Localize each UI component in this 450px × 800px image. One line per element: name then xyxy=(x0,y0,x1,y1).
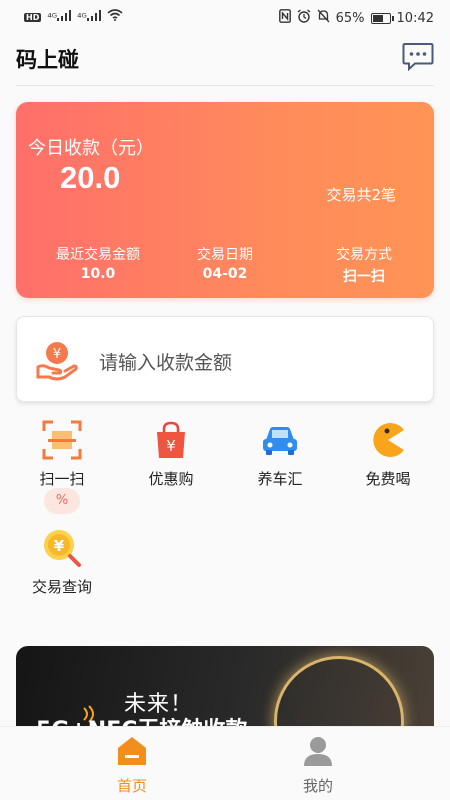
app-header: 码上碰 xyxy=(0,34,450,86)
grid-label: 交易查询 xyxy=(31,578,92,596)
status-bar: HD ⁴ᴳ ⁴ᴳ 65% 10:42 xyxy=(0,0,450,34)
battery-icon xyxy=(370,12,394,24)
promo-banner[interactable]: 未来！ 5G+NFC无接触收款 xyxy=(16,646,434,726)
nav-profile[interactable]: 我的 xyxy=(268,735,368,796)
amount-input[interactable]: ¥ 请输入收款金额 xyxy=(16,316,434,402)
transaction-search-icon: ¥ xyxy=(44,530,81,567)
nav-label: 我的 xyxy=(302,777,333,795)
grid-label: 免费喝 xyxy=(365,470,411,488)
grid-item-car[interactable]: 养车汇 xyxy=(232,420,328,489)
hd-icon: HD xyxy=(24,12,42,22)
stat-value: 扫一扫 xyxy=(343,269,385,285)
nav-label: 首页 xyxy=(116,777,147,795)
nav-home[interactable]: 首页 xyxy=(82,735,182,796)
shopping-bag-icon: ¥ xyxy=(157,421,185,458)
svg-text:¥: ¥ xyxy=(166,437,176,455)
grid-item-discount-shop[interactable]: ¥ 优惠购 xyxy=(123,420,219,489)
stat-method: 交易方式 扫一扫 xyxy=(320,244,408,286)
summary-card[interactable]: 今日收款（元） 20.0 交易共2笔 最近交易金额 10.0 交易日期 04-0… xyxy=(16,102,434,298)
battery-level xyxy=(372,14,383,22)
today-income-label: 今日收款（元） xyxy=(28,138,154,159)
alarm-icon xyxy=(297,9,311,27)
page-title: 码上碰 xyxy=(16,48,79,72)
stat-value: 04-02 xyxy=(202,266,248,282)
grid-label: 扫一扫 xyxy=(39,470,85,488)
transaction-count: 交易共2笔 xyxy=(326,186,396,204)
hand-yuan-icon: ¥ xyxy=(35,339,79,383)
stat-label: 交易方式 xyxy=(336,247,392,263)
wifi-icon xyxy=(107,9,123,25)
grid-item-free-drink[interactable]: 免费喝 xyxy=(340,420,436,489)
home-icon xyxy=(118,737,146,765)
today-income-value: 20.0 xyxy=(60,160,121,195)
message-icon[interactable] xyxy=(402,42,434,72)
grid-item-transaction-query[interactable]: ¥ 交易查询 xyxy=(14,528,110,597)
stat-value: 10.0 xyxy=(80,266,116,282)
clock: 10:42 xyxy=(396,10,434,26)
grid-label: 养车汇 xyxy=(257,470,303,488)
grid-label: 优惠购 xyxy=(148,470,194,488)
signal-icon-2: ⁴ᴳ xyxy=(77,10,101,24)
stat-label: 交易日期 xyxy=(197,247,253,263)
stat-date: 交易日期 04-02 xyxy=(180,244,270,282)
svg-text:¥: ¥ xyxy=(54,537,65,555)
banner-ring-graphic xyxy=(274,656,404,726)
svg-text:¥: ¥ xyxy=(53,347,61,362)
signal-icon: ⁴ᴳ xyxy=(47,10,72,24)
discount-badge: % xyxy=(44,488,80,514)
nfc-icon xyxy=(278,9,291,27)
scan-icon xyxy=(42,420,82,460)
stat-recent-amount: 最近交易金额 10.0 xyxy=(38,244,158,282)
header-divider xyxy=(16,85,434,86)
car-icon xyxy=(263,427,297,455)
stat-label: 最近交易金额 xyxy=(56,247,140,263)
profile-icon xyxy=(304,737,332,766)
battery-percent: 65% xyxy=(335,10,365,26)
bottom-nav: 首页 我的 xyxy=(0,726,450,800)
banner-subtitle: 5G+NFC无接触收款 xyxy=(36,712,247,726)
mute-icon xyxy=(317,9,330,27)
grid-item-scan[interactable]: 扫一扫 xyxy=(14,420,110,489)
amount-placeholder: 请输入收款金额 xyxy=(99,352,233,374)
pacman-icon xyxy=(373,423,404,457)
